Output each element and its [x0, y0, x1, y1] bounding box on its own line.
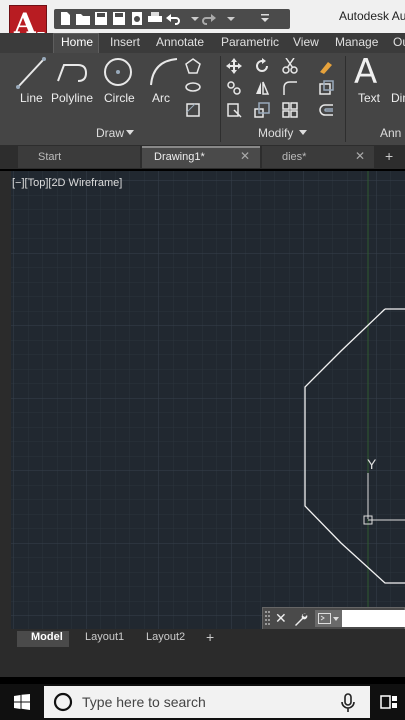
command-prompt-icon — [318, 613, 339, 624]
chevron-down-icon[interactable] — [299, 130, 307, 136]
task-view-icon[interactable] — [380, 693, 398, 711]
stretch-icon[interactable] — [226, 102, 242, 118]
close-icon[interactable]: ✕ — [275, 610, 287, 627]
layout-tab-layout1[interactable]: Layout1 — [85, 631, 124, 647]
file-tab-start[interactable] — [18, 146, 140, 168]
copy-icon[interactable] — [226, 80, 242, 96]
new-file-icon[interactable] — [58, 12, 72, 25]
file-tab-dies-label: dies* — [282, 151, 307, 163]
viewport-controls[interactable]: [−][Top][2D Wireframe] — [12, 177, 122, 189]
text-icon[interactable]: A — [354, 52, 377, 92]
line-button[interactable]: Line — [20, 91, 43, 105]
file-tab-drawing1-label: Drawing1* — [154, 151, 205, 163]
chevron-down-icon[interactable] — [188, 12, 202, 25]
wrench-icon[interactable] — [294, 612, 308, 626]
command-input[interactable] — [342, 610, 405, 627]
panel-separator — [345, 56, 346, 142]
customize-toolbar-icon[interactable] — [258, 12, 272, 25]
chevron-down-icon[interactable] — [224, 12, 238, 25]
tab-output[interactable]: Ou — [393, 35, 405, 49]
save-icon[interactable] — [94, 12, 108, 25]
polygon-icon[interactable] — [185, 58, 201, 74]
new-tab-plus-icon[interactable]: + — [385, 148, 393, 164]
polyline-button[interactable]: Polyline — [51, 91, 93, 105]
array-icon[interactable] — [282, 102, 298, 118]
annotation-panel-title[interactable]: Ann — [380, 126, 401, 140]
modify-panel-title[interactable]: Modify — [258, 126, 293, 140]
tab-insert[interactable]: Insert — [110, 35, 140, 49]
tab-parametric[interactable]: Parametric — [221, 35, 279, 49]
microphone-icon[interactable] — [341, 693, 355, 713]
tab-home[interactable]: Home — [61, 35, 93, 49]
scale-icon[interactable] — [254, 102, 270, 118]
line-icon[interactable] — [16, 57, 46, 89]
erase-icon[interactable] — [318, 58, 334, 74]
windows-start-icon[interactable] — [14, 694, 30, 710]
save-as-icon[interactable] — [112, 12, 126, 25]
undo-icon[interactable] — [166, 12, 180, 25]
new-layout-plus-icon[interactable]: + — [206, 629, 214, 645]
fillet-icon[interactable] — [282, 80, 298, 96]
close-icon[interactable]: ✕ — [240, 149, 250, 163]
panel-separator — [220, 56, 221, 142]
text-button[interactable]: Text — [358, 91, 380, 105]
drag-handle-icon[interactable] — [265, 610, 271, 628]
close-icon[interactable]: ✕ — [355, 149, 365, 163]
tab-annotate[interactable]: Annotate — [156, 35, 204, 49]
polyline-icon[interactable] — [54, 57, 90, 89]
window-title: Autodesk Aut — [339, 9, 405, 23]
arc-button[interactable]: Arc — [152, 91, 170, 105]
explode-icon[interactable] — [318, 80, 334, 96]
tab-manage[interactable]: Manage — [335, 35, 378, 49]
quick-access-toolbar — [54, 9, 290, 29]
tab-view[interactable]: View — [293, 35, 319, 49]
ucs-y-label: Y — [367, 456, 377, 472]
redo-icon[interactable] — [202, 12, 216, 25]
layout-tab-model[interactable]: Model — [31, 631, 63, 647]
file-tab-start-label: Start — [38, 151, 62, 163]
dimension-button[interactable]: Dim — [391, 91, 405, 105]
chevron-down-icon[interactable] — [126, 130, 134, 136]
move-icon[interactable] — [226, 58, 242, 74]
arc-icon[interactable] — [148, 56, 180, 88]
rotate-icon[interactable] — [254, 58, 270, 74]
drawing-grid — [11, 171, 405, 629]
left-edge-bar — [0, 171, 11, 677]
offset-icon[interactable] — [318, 102, 334, 118]
status-bar — [11, 649, 405, 677]
circle-button[interactable]: Circle — [104, 91, 135, 105]
cortana-circle-icon — [53, 692, 73, 712]
open-folder-icon[interactable] — [76, 12, 90, 25]
layout-tab-layout2[interactable]: Layout2 — [146, 631, 185, 647]
circle-icon[interactable] — [102, 56, 134, 88]
ellipse-icon[interactable] — [185, 80, 201, 94]
draw-panel-title[interactable]: Draw — [96, 126, 124, 140]
search-placeholder: Type here to search — [82, 694, 206, 710]
plot-icon[interactable] — [148, 12, 162, 25]
hatch-icon[interactable] — [185, 102, 201, 118]
web-mobile-icon[interactable] — [130, 12, 144, 25]
mirror-icon[interactable] — [254, 80, 270, 96]
trim-icon[interactable] — [282, 58, 298, 74]
